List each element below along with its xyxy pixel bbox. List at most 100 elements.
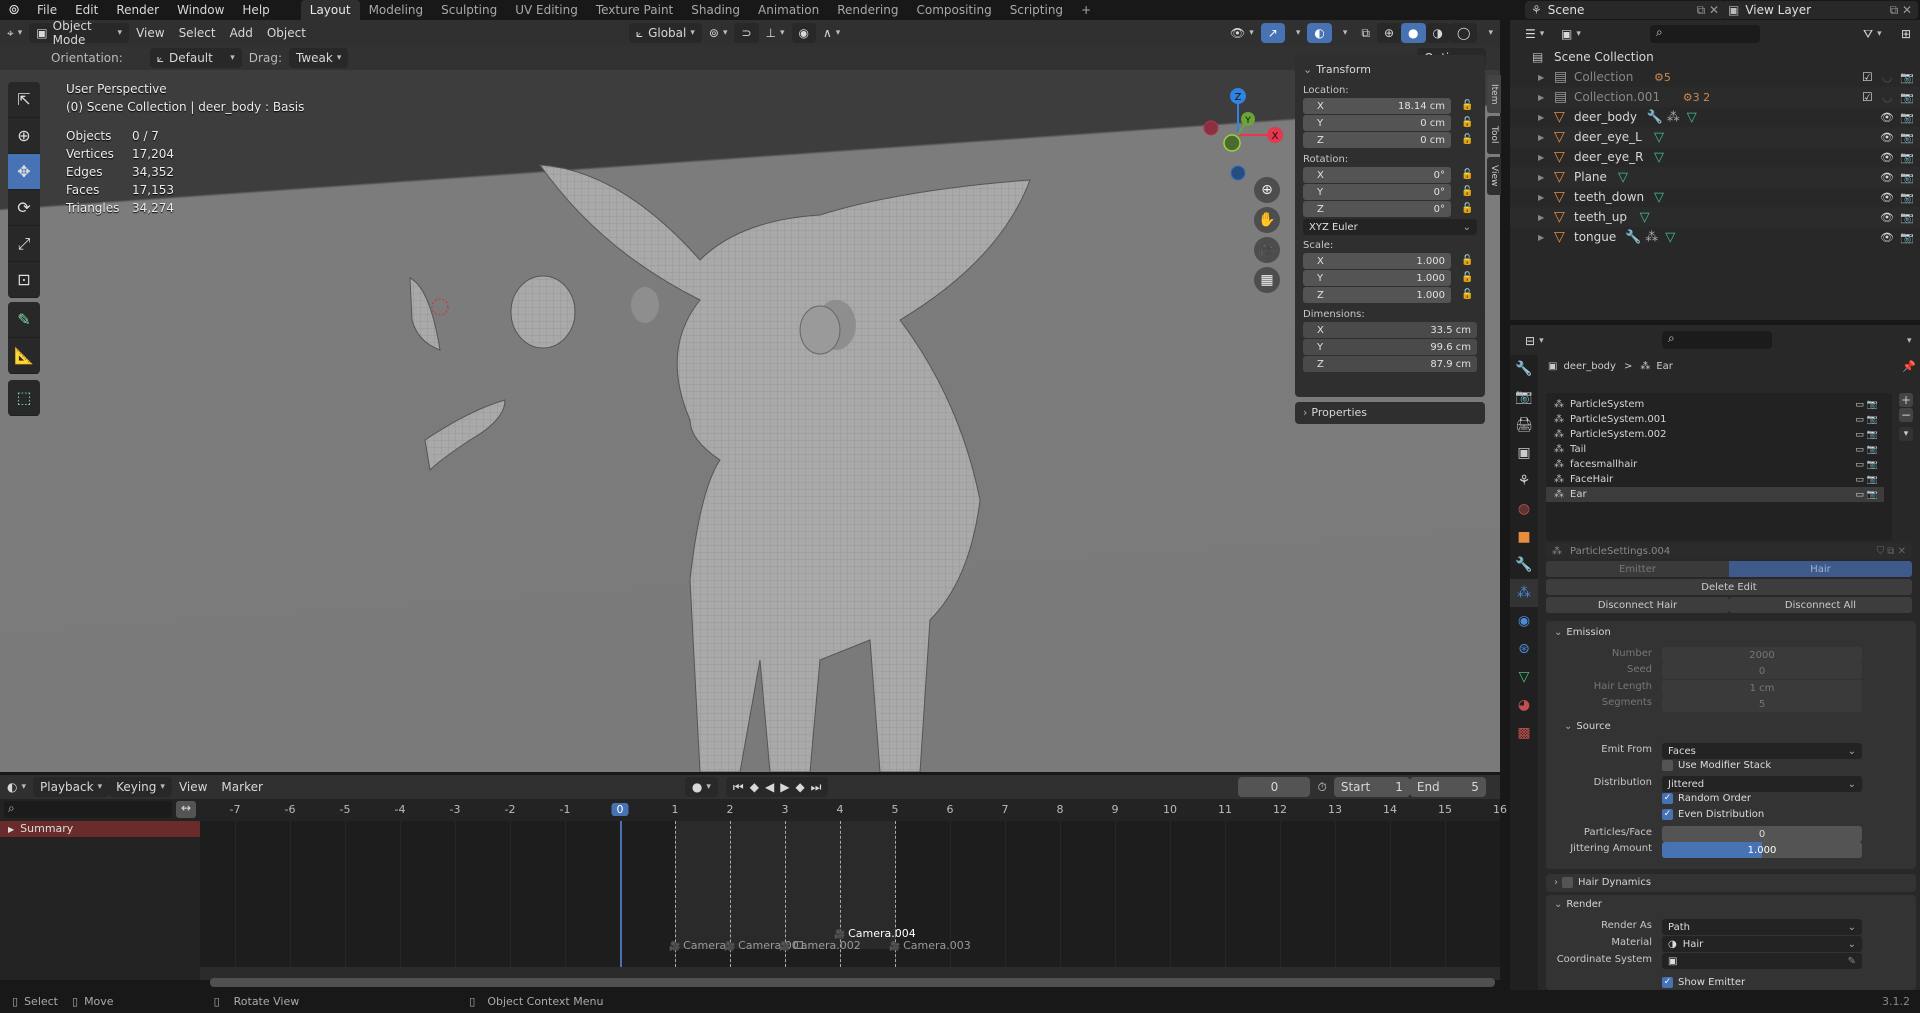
dopesheet-grid[interactable]: 🎥 Camera 🎥 Camera.001 🎥 Camera.002 🎥 Camera… bbox=[200, 821, 1500, 967]
add-particle-system-button[interactable]: + bbox=[1899, 393, 1913, 407]
dimensions-x-field[interactable]: X 33.5 cm bbox=[1303, 322, 1477, 338]
lock-icon[interactable]: 🔓 bbox=[1461, 186, 1473, 197]
overlays-dropdown[interactable]: ▾ bbox=[1332, 23, 1355, 43]
snap-toggle[interactable]: ⊃ bbox=[734, 23, 759, 43]
view-layer-name[interactable]: View Layer bbox=[1745, 3, 1811, 17]
playhead[interactable] bbox=[620, 821, 622, 967]
mode-dropdown[interactable]: ▣ Object Mode ▾ bbox=[29, 20, 130, 47]
remove-particle-system-button[interactable]: − bbox=[1899, 408, 1913, 422]
dimensions-z-field[interactable]: Z 87.9 cm bbox=[1303, 356, 1477, 372]
camera-marker[interactable]: 🎥 Camera bbox=[669, 939, 726, 952]
render-camera-icon[interactable]: 📷 bbox=[1900, 191, 1914, 204]
location-z-field[interactable]: Z0 cm bbox=[1303, 132, 1451, 148]
cursor-tool[interactable]: ⊕ bbox=[8, 118, 40, 154]
seed-field[interactable]: 0 bbox=[1662, 663, 1862, 679]
lock-icon[interactable]: 🔓 bbox=[1461, 255, 1473, 266]
outliner-item-name[interactable]: teeth_down bbox=[1574, 190, 1644, 204]
object-tab-icon[interactable]: ■ bbox=[1510, 523, 1538, 551]
expand-icon[interactable]: ▶ bbox=[1538, 73, 1544, 82]
lock-icon[interactable]: 🔓 bbox=[1461, 134, 1473, 145]
tab-view[interactable]: View bbox=[1487, 157, 1501, 195]
even-distribution-checkbox[interactable]: ✓ Even Distribution bbox=[1662, 809, 1764, 820]
shading-material[interactable]: ◑ bbox=[1425, 23, 1451, 43]
play-icon[interactable]: ▶ bbox=[780, 780, 789, 794]
lock-icon[interactable]: 🔓 bbox=[1461, 272, 1473, 283]
delete-edit-button[interactable]: Delete Edit bbox=[1546, 579, 1912, 595]
render-header[interactable]: ⌄ Render bbox=[1554, 899, 1602, 910]
filter-toggle[interactable]: ↔ bbox=[176, 801, 196, 818]
menu-help[interactable]: Help bbox=[233, 3, 278, 17]
render-camera-icon[interactable]: 📷 bbox=[1900, 171, 1914, 184]
current-frame-field[interactable]: 0 bbox=[1238, 777, 1311, 797]
modifier-tab-icon[interactable]: 🔧 bbox=[1510, 551, 1538, 579]
scale-tool[interactable]: ⤢ bbox=[8, 226, 40, 262]
material-tab-icon[interactable]: ◕ bbox=[1510, 691, 1538, 719]
transform-orientation-dropdown[interactable]: ⟀ Global ▾ bbox=[628, 23, 702, 43]
select-box-tool[interactable]: ⇱ bbox=[8, 82, 40, 118]
location-x-field[interactable]: X 18.14 cm bbox=[1303, 98, 1451, 114]
material-dropdown[interactable]: ◑ Hair ⌄ bbox=[1662, 936, 1862, 952]
particles-tab-icon[interactable]: ⁂ bbox=[1510, 579, 1538, 607]
proportional-edit-toggle[interactable]: ◉ bbox=[791, 23, 816, 43]
viewport-render-toggle-icon[interactable]: ▭ 📷 bbox=[1855, 460, 1878, 470]
disconnect-all-button[interactable]: Disconnect All bbox=[1729, 597, 1912, 613]
scene-name[interactable]: Scene bbox=[1548, 3, 1585, 17]
particle-system-item[interactable]: ⁂ FaceHair ▭ 📷 bbox=[1546, 472, 1884, 487]
viewport-render-toggle-icon[interactable]: ▭ 📷 bbox=[1855, 490, 1878, 500]
dimensions-y-field[interactable]: Y 99.6 cm bbox=[1303, 339, 1477, 355]
outliner-filter-view[interactable]: ▣ ▾ bbox=[1554, 24, 1588, 44]
tab-shading[interactable]: Shading bbox=[682, 0, 749, 20]
tool-tab-icon[interactable]: 🔧 bbox=[1510, 355, 1538, 383]
tab-uv-editing[interactable]: UV Editing bbox=[506, 0, 587, 20]
viewport-render-toggle-icon[interactable]: ▭ 📷 bbox=[1855, 475, 1878, 485]
transform-tool[interactable]: ⊡ bbox=[8, 262, 40, 298]
render-camera-icon[interactable]: 📷 bbox=[1900, 71, 1914, 84]
render-camera-icon[interactable]: 📷 bbox=[1900, 211, 1914, 224]
outliner-item-name[interactable]: teeth_up bbox=[1574, 210, 1627, 224]
prev-keyframe-icon[interactable]: ◆ bbox=[750, 780, 759, 794]
render-as-dropdown[interactable]: Path ⌄ bbox=[1662, 919, 1862, 935]
outliner-display-mode[interactable]: ☰ ▾ bbox=[1518, 24, 1552, 44]
add-workspace-button[interactable]: + bbox=[1072, 0, 1100, 20]
tab-compositing[interactable]: Compositing bbox=[907, 0, 1000, 20]
camera-view-icon[interactable]: 🎥 bbox=[1254, 237, 1280, 263]
new-view-layer-icon[interactable]: ⧉ ✕ bbox=[1884, 3, 1918, 18]
outliner-row[interactable]: ▶ ▽ deer_eye_L ▽ 👁 📷 bbox=[1510, 127, 1920, 147]
scene-selector[interactable]: ⚘ Scene ⧉ ✕ bbox=[1525, 1, 1725, 19]
lock-icon[interactable]: 🔓 bbox=[1461, 203, 1473, 214]
emission-header[interactable]: ⌄ Emission bbox=[1554, 627, 1611, 638]
outliner-row[interactable]: ▶ ▽ deer_eye_R ▽ 👁 📷 bbox=[1510, 147, 1920, 167]
render-camera-icon[interactable]: 📷 bbox=[1900, 151, 1914, 164]
shading-wireframe[interactable]: ⊕ bbox=[1376, 23, 1402, 43]
camera-marker[interactable]: 🎥 Camera.003 bbox=[889, 939, 971, 952]
output-tab-icon[interactable]: 🖨 bbox=[1510, 411, 1538, 439]
auto-keying-toggle[interactable]: ● ▾ bbox=[684, 777, 718, 797]
outliner-item-name[interactable]: Plane bbox=[1574, 170, 1607, 184]
coordinate-system-field[interactable]: ▣ ✎ bbox=[1662, 953, 1862, 969]
shading-solid[interactable]: ● bbox=[1401, 23, 1426, 43]
outliner-item-name[interactable]: deer_eye_L bbox=[1574, 130, 1642, 144]
physics-tab-icon[interactable]: ◉ bbox=[1510, 607, 1538, 635]
expand-icon[interactable]: ▶ bbox=[1538, 153, 1544, 162]
expand-icon[interactable]: ▶ bbox=[1538, 173, 1544, 182]
properties-editor-type[interactable]: ⊟ ▾ bbox=[1518, 331, 1551, 351]
outliner-item-name[interactable]: tongue bbox=[1574, 230, 1616, 244]
lock-icon[interactable]: 🔓 bbox=[1461, 117, 1473, 128]
move-tool[interactable]: ✥ bbox=[8, 154, 40, 190]
timeline-editor-type[interactable]: ◐ ▾ bbox=[0, 777, 33, 797]
tab-item[interactable]: Item bbox=[1487, 75, 1501, 113]
number-field[interactable]: 2000 bbox=[1662, 647, 1862, 663]
new-scene-icon[interactable]: ⧉ ✕ bbox=[1691, 3, 1725, 18]
outliner-row[interactable]: ▶ ▽ teeth_up ▽ 👁 📷 bbox=[1510, 207, 1920, 227]
outliner-search-input[interactable]: ⌕ bbox=[1650, 25, 1760, 43]
particle-system-item[interactable]: ⁂ ParticleSystem.001 ▭ 📷 bbox=[1546, 412, 1884, 427]
particle-system-item[interactable]: ⁂ ParticleSystem ▭ 📷 bbox=[1546, 397, 1884, 412]
ortho-grid-icon[interactable]: ▦ bbox=[1254, 267, 1280, 293]
world-tab-icon[interactable]: ◍ bbox=[1510, 495, 1538, 523]
tab-scripting[interactable]: Scripting bbox=[1001, 0, 1072, 20]
outliner-row[interactable]: ▶ ▤ Collection.001 ⚙3 2 ☑ ◡ 📷 bbox=[1510, 87, 1920, 107]
overlays-toggle[interactable]: ◐ bbox=[1307, 23, 1332, 43]
particles-icon[interactable]: ⁂ bbox=[1645, 230, 1658, 245]
eye-icon[interactable]: 👁 bbox=[1880, 231, 1894, 244]
summary-channel[interactable]: ▶ Summary bbox=[0, 821, 200, 837]
